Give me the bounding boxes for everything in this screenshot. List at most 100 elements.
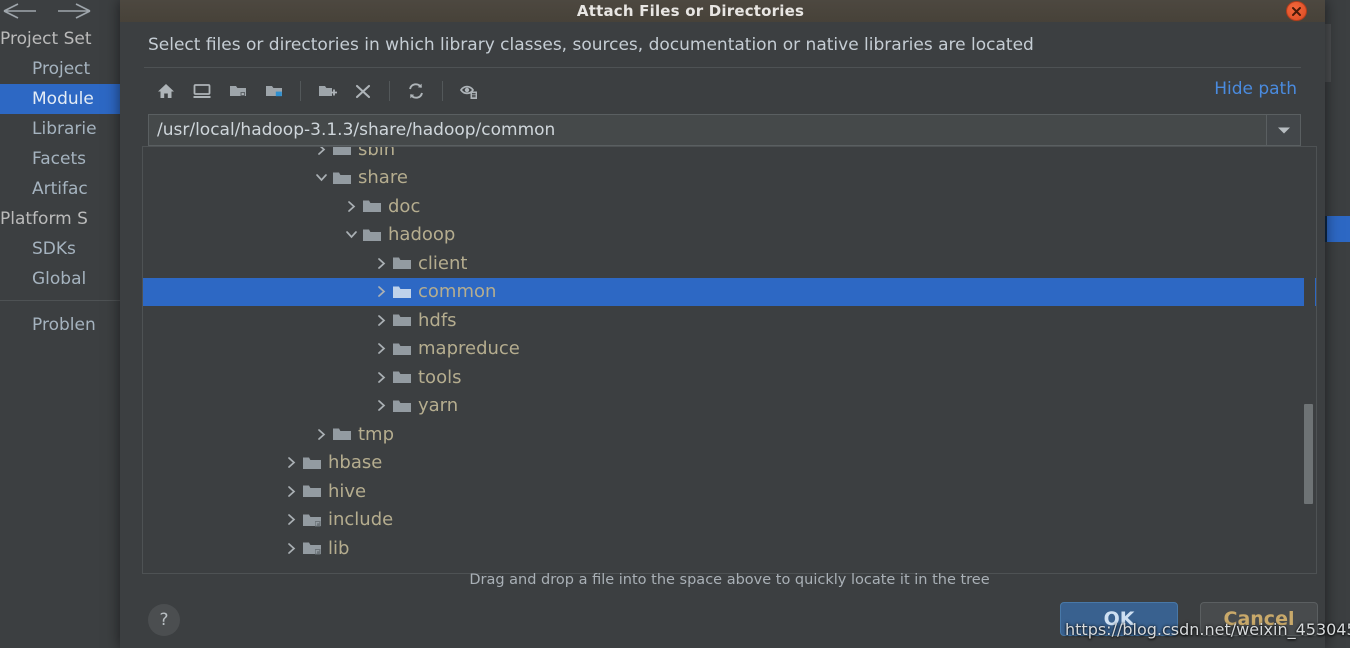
tree-row[interactable]: client — [143, 249, 1316, 278]
folder-symlink-icon — [301, 510, 323, 530]
folder-symlink-icon — [301, 538, 323, 558]
tree-row-label: hbase — [328, 452, 383, 474]
desktop-icon[interactable] — [184, 74, 220, 108]
tree-scrollbar-thumb[interactable] — [1304, 404, 1313, 504]
tree-row-label: common — [418, 281, 497, 303]
tree-row-label: tmp — [358, 423, 395, 445]
chevron-right-icon[interactable] — [341, 196, 361, 216]
chevron-right-icon[interactable] — [371, 282, 391, 302]
tree-row[interactable]: lib — [143, 534, 1316, 563]
sidebar-item-sdks[interactable]: SDKs — [0, 234, 120, 264]
tree-row[interactable]: include — [143, 506, 1316, 535]
new-folder-icon[interactable] — [309, 74, 345, 108]
tree-row-label: mapreduce — [418, 338, 520, 360]
folder-project-icon[interactable] — [220, 74, 256, 108]
chevron-down-icon[interactable] — [1267, 114, 1301, 146]
tree-row[interactable]: tools — [143, 363, 1316, 392]
folder-icon — [361, 225, 383, 245]
sidebar-item-modules[interactable]: Module — [0, 84, 120, 114]
chevron-right-icon[interactable] — [311, 424, 331, 444]
toolbar-divider-3 — [442, 81, 443, 101]
close-icon[interactable] — [1286, 1, 1307, 21]
cancel-button[interactable]: Cancel — [1200, 602, 1318, 636]
chevron-down-icon[interactable] — [341, 225, 361, 245]
sidebar-item-global-libraries[interactable]: Global — [0, 264, 120, 294]
tree-row[interactable]: tmp — [143, 420, 1316, 449]
chevron-right-icon[interactable] — [371, 367, 391, 387]
toolbar-divider-1 — [300, 81, 301, 101]
hide-path-link[interactable]: Hide path — [1214, 79, 1297, 99]
sidebar-item-artifacts[interactable]: Artifac — [0, 174, 120, 204]
chevron-right-icon[interactable] — [371, 396, 391, 416]
tree-row-label: hdfs — [418, 309, 457, 331]
tree-row-label: include — [328, 509, 394, 531]
folder-module-icon[interactable] — [256, 74, 292, 108]
dialog-titlebar: Attach Files or Directories — [120, 0, 1325, 22]
chevron-right-icon[interactable] — [281, 510, 301, 530]
folder-icon — [391, 310, 413, 330]
tree-row-label: hive — [328, 480, 367, 502]
tree-row[interactable]: common — [143, 277, 1316, 306]
tree-row[interactable]: sbin — [143, 146, 1316, 164]
tree-row-label: tools — [418, 366, 462, 388]
sidebar-group-project-settings: Project Set — [0, 29, 92, 49]
tree-row-label: sbin — [358, 146, 396, 160]
folder-icon — [391, 367, 413, 387]
tree-scrollbar-track[interactable] — [1304, 148, 1315, 572]
chevron-right-icon[interactable] — [311, 147, 331, 159]
folder-icon — [391, 282, 413, 302]
tree-row[interactable]: hive — [143, 477, 1316, 506]
tree-row[interactable]: yarn — [143, 392, 1316, 421]
folder-icon — [301, 481, 323, 501]
sidebar-item-project[interactable]: Project — [0, 54, 120, 84]
chevron-right-icon[interactable] — [371, 253, 391, 273]
sidebar-item-facets[interactable]: Facets — [0, 144, 120, 174]
tree-row-label: client — [418, 252, 468, 274]
chevron-down-icon[interactable] — [311, 168, 331, 188]
home-icon[interactable] — [148, 74, 184, 108]
folder-icon — [331, 424, 353, 444]
path-field-row — [148, 114, 1301, 146]
file-tree-panel[interactable]: sbin share doc hadoop client common hdfs mapred… — [142, 146, 1317, 574]
ok-button[interactable]: OK — [1060, 602, 1178, 636]
arrow-right-icon[interactable] — [52, 2, 92, 20]
sidebar-item-problems[interactable]: Problen — [32, 310, 132, 340]
folder-icon — [301, 453, 323, 473]
tree-row[interactable]: hbase — [143, 449, 1316, 478]
sidebar-group-platform-settings: Platform S — [0, 209, 88, 229]
chevron-right-icon[interactable] — [281, 538, 301, 558]
folder-icon — [391, 339, 413, 359]
sidebar-item-libraries[interactable]: Librarie — [0, 114, 120, 144]
tree-row-label: doc — [388, 195, 421, 217]
tree-row-label: yarn — [418, 395, 459, 417]
tree-row[interactable]: hdfs — [143, 306, 1316, 335]
folder-icon — [391, 396, 413, 416]
help-button[interactable]: ? — [148, 604, 180, 636]
show-hidden-files-icon[interactable] — [451, 74, 487, 108]
tree-row-label: lib — [328, 537, 350, 559]
tree-row[interactable]: share — [143, 164, 1316, 193]
path-input[interactable] — [148, 114, 1267, 146]
tree-row[interactable]: mapreduce — [143, 335, 1316, 364]
toolbar-divider-2 — [389, 81, 390, 101]
arrow-left-icon[interactable] — [2, 2, 42, 20]
folder-icon — [331, 168, 353, 188]
refresh-icon[interactable] — [398, 74, 434, 108]
chevron-right-icon[interactable] — [281, 453, 301, 473]
drag-drop-hint: Drag and drop a file into the space abov… — [469, 572, 990, 588]
file-chooser-toolbar: Hide path — [120, 68, 1325, 114]
tree-row[interactable]: hadoop — [143, 221, 1316, 250]
folder-icon — [361, 196, 383, 216]
sidebar-divider — [0, 300, 120, 301]
chevron-right-icon[interactable] — [371, 339, 391, 359]
chevron-right-icon[interactable] — [371, 310, 391, 330]
dialog-button-row: OK Cancel — [1060, 602, 1318, 636]
folder-icon — [391, 253, 413, 273]
delete-icon[interactable] — [345, 74, 381, 108]
dialog-title: Attach Files or Directories — [576, 2, 805, 20]
chevron-right-icon[interactable] — [281, 481, 301, 501]
background-nav-bar — [0, 0, 120, 22]
folder-icon — [331, 147, 353, 159]
tree-row[interactable]: doc — [143, 192, 1316, 221]
tree-row-label: share — [358, 167, 408, 189]
